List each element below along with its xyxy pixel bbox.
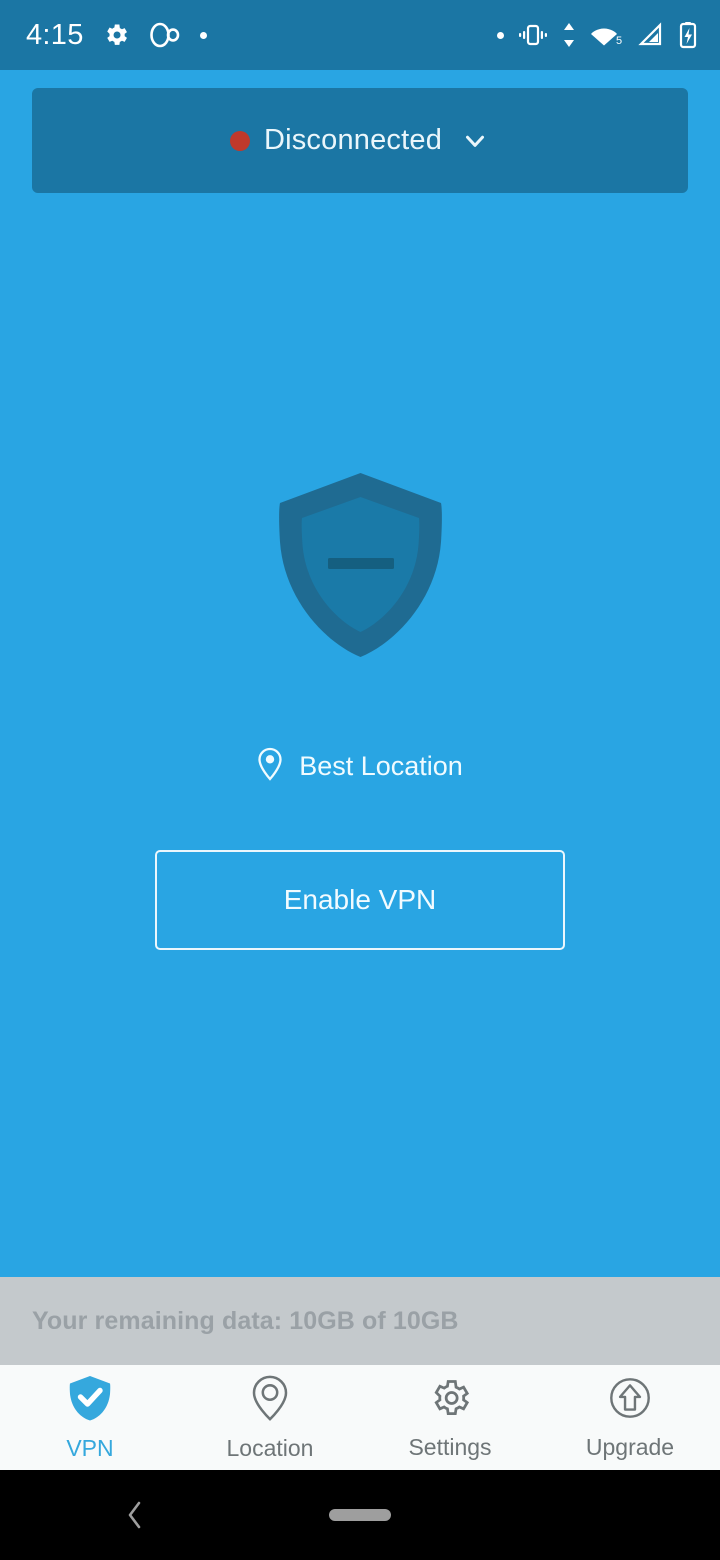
vpn-main-stage: Best Location Enable VPN [0, 193, 720, 1277]
tab-label-vpn: VPN [66, 1434, 114, 1461]
bottom-tab-bar: VPN Location Settings Upgrade [0, 1365, 720, 1470]
best-location-row[interactable]: Best Location [257, 747, 463, 786]
arrow-up-circle-icon [608, 1375, 652, 1426]
tab-label-location: Location [226, 1434, 314, 1461]
cell-signal-icon [638, 22, 664, 48]
chevron-down-icon[interactable] [460, 126, 490, 156]
enable-vpn-button[interactable]: Enable VPN [155, 850, 565, 950]
app-screen: 4:15 5 Disconnected Best Location Enable… [0, 0, 720, 1560]
remaining-data-text: Your remaining data: 10GB of 10GB [32, 1306, 459, 1335]
gear-icon [102, 21, 130, 49]
dual-circle-icon [148, 21, 182, 49]
tab-settings[interactable]: Settings [360, 1365, 540, 1470]
tab-upgrade[interactable]: Upgrade [540, 1365, 720, 1470]
battery-charging-icon [678, 21, 698, 49]
tab-label-settings: Settings [408, 1433, 492, 1460]
android-navigation-bar [0, 1470, 720, 1560]
home-pill-handle[interactable] [329, 1509, 391, 1521]
map-pin-icon [250, 1374, 290, 1427]
remaining-data-banner: Your remaining data: 10GB of 10GB [0, 1277, 720, 1365]
dot-icon [497, 31, 504, 39]
status-bar-clock: 4:15 [26, 18, 84, 51]
connection-status-label: Disconnected [263, 124, 443, 156]
gear-icon [428, 1375, 472, 1426]
data-transfer-icon [562, 22, 576, 48]
back-chevron-icon[interactable] [122, 1498, 148, 1532]
shield-minus-icon [273, 470, 448, 665]
tab-location[interactable]: Location [180, 1365, 360, 1470]
tab-label-upgrade: Upgrade [585, 1433, 675, 1460]
status-card-container: Disconnected [0, 70, 720, 193]
svg-text:5: 5 [616, 35, 622, 47]
wifi-icon: 5 [590, 22, 624, 48]
android-status-bar: 4:15 5 [0, 0, 720, 70]
status-indicator-dot [229, 130, 250, 151]
tab-vpn[interactable]: VPN [0, 1365, 180, 1470]
dot-icon [199, 31, 207, 39]
status-bar-right: 5 [497, 21, 698, 49]
best-location-label: Best Location [299, 751, 463, 781]
connection-status-card[interactable]: Disconnected [32, 88, 688, 193]
status-bar-left: 4:15 [26, 19, 207, 52]
map-pin-icon [257, 747, 283, 786]
vibrate-icon [518, 22, 548, 48]
shield-check-icon [67, 1374, 113, 1427]
